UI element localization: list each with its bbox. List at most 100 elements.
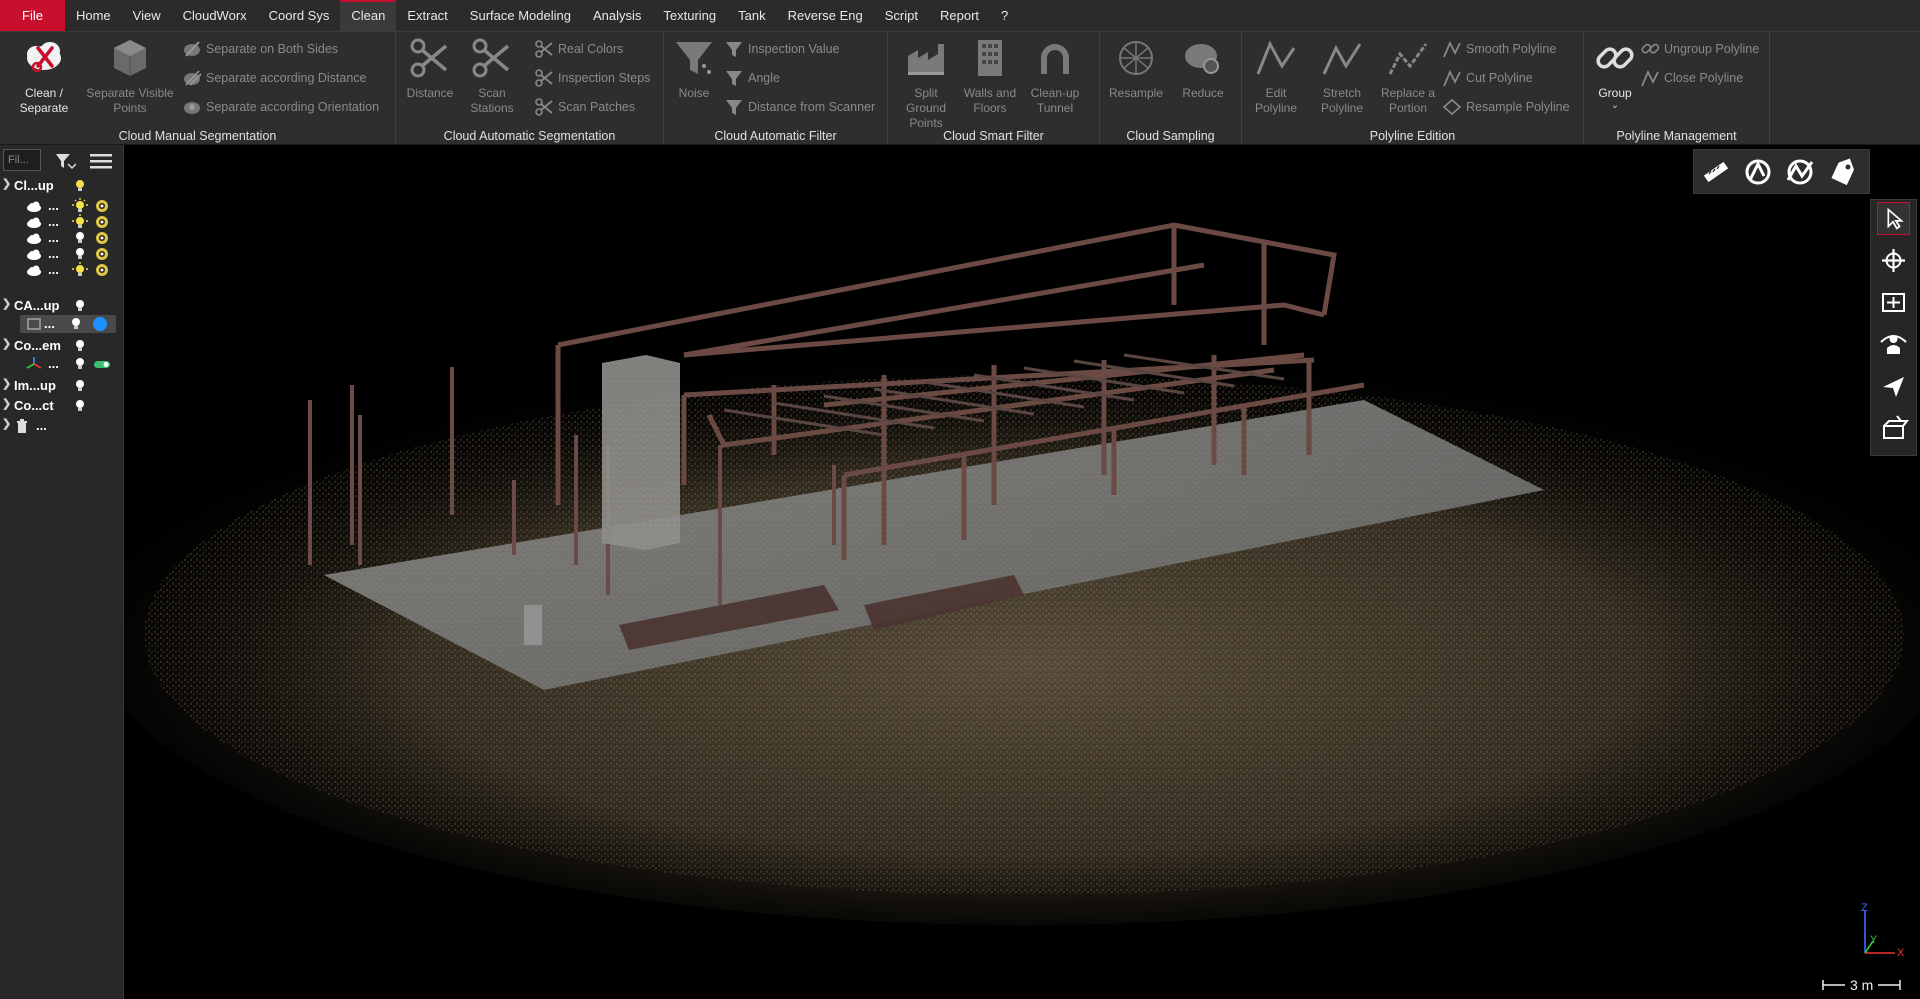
tree-item-cloud[interactable]: ...: [0, 261, 123, 279]
zoom-extents-icon[interactable]: [1877, 286, 1910, 319]
menu-cloudworx[interactable]: CloudWorx: [172, 0, 258, 31]
menu-texturing[interactable]: Texturing: [652, 0, 727, 31]
color-dot-icon[interactable]: [92, 316, 108, 332]
select-cursor-icon[interactable]: [1877, 202, 1910, 235]
bulb-on-icon[interactable]: [72, 198, 88, 214]
cut-polyline-button[interactable]: Cut Polyline: [1442, 67, 1533, 89]
bulb-icon[interactable]: [72, 356, 88, 372]
menu-file[interactable]: File: [0, 0, 65, 31]
angle-filter-button[interactable]: Angle: [724, 67, 780, 89]
scan-stations-button[interactable]: Scan Stations: [462, 36, 522, 116]
bulb-icon[interactable]: [72, 338, 88, 354]
chevron-down-icon: ⌄: [1610, 100, 1620, 111]
menu-tank[interactable]: Tank: [727, 0, 776, 31]
resample-label: Resample: [1108, 86, 1164, 100]
tree-item-selected[interactable]: ...: [20, 315, 116, 333]
menu-analysis[interactable]: Analysis: [582, 0, 652, 31]
edit-polyline-button[interactable]: Edit Polyline: [1246, 36, 1306, 116]
scan-patches-button[interactable]: Scan Patches: [534, 96, 635, 118]
tree-group-coordinate-system[interactable]: ❯ Co...em: [0, 337, 123, 355]
expand-arrow-icon[interactable]: ❯: [2, 397, 11, 410]
bulb-icon[interactable]: [72, 398, 88, 414]
bulb-on-icon[interactable]: [72, 262, 88, 278]
menu-coord-sys[interactable]: Coord Sys: [258, 0, 341, 31]
tree-filter-input[interactable]: Fil...: [3, 149, 41, 171]
view-box-icon[interactable]: [1877, 412, 1910, 445]
smooth-polyline-label: Smooth Polyline: [1466, 42, 1557, 56]
menu-view[interactable]: View: [122, 0, 172, 31]
hamburger-menu-icon[interactable]: [88, 151, 114, 171]
inspection-steps-button[interactable]: Inspection Steps: [534, 67, 650, 89]
fly-mode-icon[interactable]: [1877, 370, 1910, 403]
tree-group-connect[interactable]: ❯ Co...ct: [0, 397, 123, 415]
group-button[interactable]: Group ⌄: [1590, 36, 1640, 111]
split-ground-points-button[interactable]: Split Ground Points: [894, 36, 958, 131]
walls-and-floors-label: Walls and Floors: [963, 86, 1017, 115]
separate-both-sides-button[interactable]: Separate on Both Sides: [182, 38, 338, 60]
collapse-arrow-icon[interactable]: ❯: [2, 177, 11, 190]
reduce-button[interactable]: Reduce: [1172, 36, 1234, 101]
color-mode-icon[interactable]: [94, 214, 110, 230]
walls-and-floors-button[interactable]: Walls and Floors: [960, 36, 1020, 116]
noise-filter-button[interactable]: Noise: [666, 36, 722, 101]
tree-group-images[interactable]: ❯ Im...up: [0, 377, 123, 395]
menu-help[interactable]: ?: [990, 0, 1019, 31]
replace-portion-button[interactable]: Replace a Portion: [1376, 36, 1440, 116]
3d-viewport[interactable]: [124, 145, 1920, 999]
bulb-icon[interactable]: [68, 316, 84, 332]
menu-surface-modeling[interactable]: Surface Modeling: [459, 0, 582, 31]
color-mode-icon[interactable]: [94, 246, 110, 262]
ruler-icon[interactable]: [1700, 156, 1732, 188]
measure-polyline-icon[interactable]: [1742, 156, 1774, 188]
menu-script[interactable]: Script: [874, 0, 929, 31]
color-mode-icon[interactable]: [94, 198, 110, 214]
resample-button[interactable]: Resample: [1104, 36, 1168, 101]
inspection-value-filter-button[interactable]: Inspection Value: [724, 38, 840, 60]
cleanup-tunnel-button[interactable]: Clean-up Tunnel: [1022, 36, 1088, 116]
pan-icon[interactable]: [1877, 244, 1910, 277]
clean-separate-button[interactable]: Clean / Separate: [12, 36, 76, 116]
close-polyline-button[interactable]: Close Polyline: [1640, 67, 1743, 89]
menu-home[interactable]: Home: [65, 0, 122, 31]
collapse-arrow-icon[interactable]: ❯: [2, 337, 11, 350]
stretch-polyline-button[interactable]: Stretch Polyline: [1312, 36, 1372, 116]
bulb-icon[interactable]: [72, 298, 88, 314]
ungroup-polyline-button[interactable]: Ungroup Polyline: [1640, 38, 1759, 60]
bulb-icon[interactable]: [72, 178, 88, 194]
tree-group-cad[interactable]: ❯ CA...up: [0, 297, 123, 315]
distance-segmentation-button[interactable]: Distance: [400, 36, 460, 101]
walk-mode-icon[interactable]: [1877, 328, 1910, 361]
color-mode-icon[interactable]: [94, 262, 110, 278]
menu-report[interactable]: Report: [929, 0, 990, 31]
tree-item-ucs[interactable]: ...: [0, 355, 123, 373]
expand-arrow-icon[interactable]: ❯: [2, 377, 11, 390]
tree-group-trash[interactable]: ❯ ...: [0, 417, 123, 435]
tree-label: ...: [48, 214, 59, 229]
bulb-on-icon[interactable]: [72, 214, 88, 230]
smooth-polyline-button[interactable]: Smooth Polyline: [1442, 38, 1556, 60]
bulb-icon[interactable]: [72, 378, 88, 394]
distance-from-scanner-button[interactable]: Distance from Scanner: [724, 96, 875, 118]
color-mode-icon[interactable]: [94, 230, 110, 246]
angle-filter-label: Angle: [748, 71, 780, 85]
separate-according-distance-button[interactable]: Separate according Distance: [182, 67, 367, 89]
real-colors-button[interactable]: Real Colors: [534, 38, 623, 60]
tag-icon[interactable]: [1826, 156, 1858, 188]
expand-arrow-icon[interactable]: ❯: [2, 417, 11, 430]
polyline-edit-icon: [1256, 40, 1296, 75]
toggle-on-icon[interactable]: [94, 356, 110, 372]
separate-according-orientation-button[interactable]: Separate according Orientation: [182, 96, 379, 118]
separate-visible-points-button[interactable]: Separate Visible Points: [82, 36, 178, 116]
cloud-icon: [27, 217, 41, 228]
menu-reverse-eng[interactable]: Reverse Eng: [777, 0, 874, 31]
filter-icon[interactable]: [54, 151, 76, 171]
resample-polyline-button[interactable]: Resample Polyline: [1442, 96, 1570, 118]
collapse-arrow-icon[interactable]: ❯: [2, 297, 11, 310]
inspect-polyline-icon[interactable]: [1784, 156, 1816, 188]
replace-portion-label: Replace a Portion: [1380, 86, 1436, 115]
bulb-icon[interactable]: [72, 230, 88, 246]
tree-group-clouds[interactable]: ❯ Cl...up: [0, 177, 123, 195]
bulb-icon[interactable]: [72, 246, 88, 262]
menu-clean[interactable]: Clean: [340, 0, 397, 31]
menu-extract[interactable]: Extract: [396, 0, 458, 31]
